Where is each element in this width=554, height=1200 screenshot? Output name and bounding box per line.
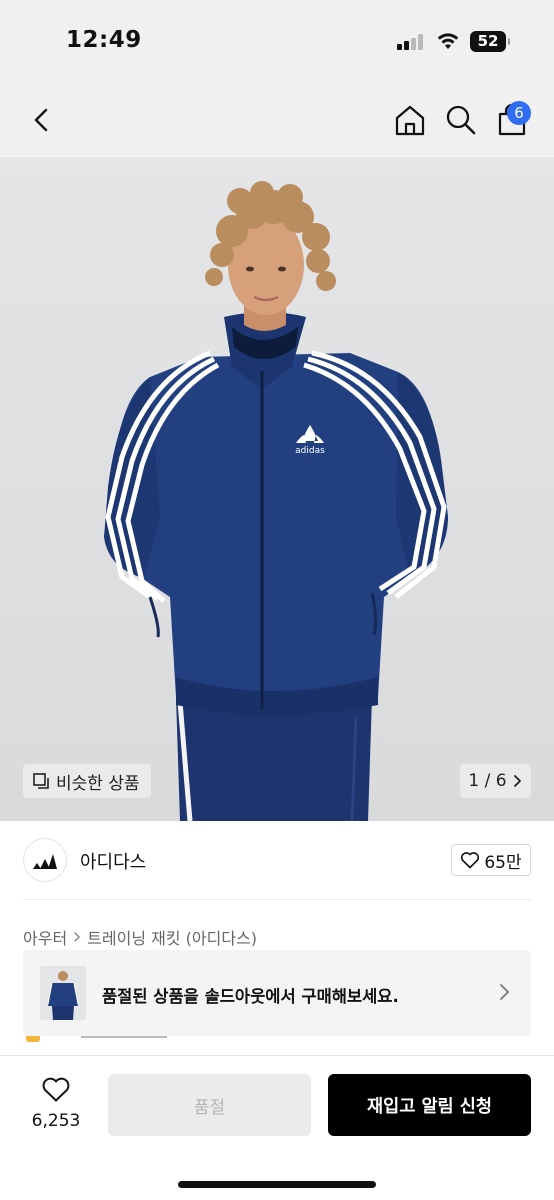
breadcrumb: 아우터 트레이닝 재킷 (아디다스): [23, 925, 257, 949]
cart-count-badge: 6: [507, 101, 531, 125]
brand-name[interactable]: 아디다스: [80, 848, 146, 874]
peek-underline: [81, 1036, 167, 1038]
status-bar: 12:49 52: [0, 0, 554, 84]
home-icon[interactable]: [392, 102, 428, 138]
soldout-button[interactable]: 품절: [108, 1074, 311, 1136]
similar-products-button[interactable]: 비슷한 상품: [23, 764, 151, 798]
product-photo: adidas: [104, 181, 448, 821]
restock-alert-button[interactable]: 재입고 알림 신청: [328, 1074, 531, 1136]
banner-text: 품절된 상품을 솔드아웃에서 구매해보세요.: [102, 987, 399, 1006]
adidas-logo: [33, 854, 57, 869]
breadcrumb-subcategory[interactable]: 트레이닝 재킷 (아디다스): [87, 925, 257, 949]
breadcrumb-category[interactable]: 아우터: [23, 925, 67, 949]
brand-like-button[interactable]: 65만: [451, 844, 531, 876]
heart-icon: [461, 852, 480, 869]
home-indicator: [178, 1181, 376, 1188]
top-nav: [0, 84, 554, 157]
wifi-icon: [437, 33, 459, 49]
product-image[interactable]: adidas 비슷한 상품 1 / 6: [0, 157, 554, 821]
battery-indicator: 52: [470, 31, 510, 52]
brand-row: 아디다스 65만: [0, 821, 554, 901]
banner-thumbnail: [40, 966, 86, 1020]
cellular-signal-icon: [397, 34, 425, 50]
status-time: 12:49: [66, 27, 142, 53]
back-icon[interactable]: [24, 102, 60, 138]
page-counter-label: 1 / 6: [468, 771, 507, 791]
wish-count: 6,253: [31, 1111, 81, 1131]
chevron-right-icon: [74, 932, 81, 942]
content-peek: [0, 1036, 554, 1056]
chevron-right-icon: [513, 775, 521, 787]
divider: [23, 899, 531, 900]
brand-like-count: 65만: [484, 852, 522, 873]
similar-icon: [33, 773, 49, 789]
heart-icon: [42, 1077, 70, 1102]
rating-star-icon: [26, 1036, 40, 1042]
soldout-banner[interactable]: 품절된 상품을 솔드아웃에서 구매해보세요.: [23, 950, 531, 1036]
similar-products-label: 비슷한 상품: [56, 773, 140, 794]
wish-button[interactable]: 6,253: [28, 1076, 84, 1131]
search-icon[interactable]: [443, 102, 479, 138]
brand-logo[interactable]: [23, 838, 67, 882]
svg-text:adidas: adidas: [295, 446, 325, 456]
chevron-right-icon: [500, 984, 509, 1000]
bottom-action-bar: 6,253 품절 재입고 알림 신청: [0, 1055, 554, 1200]
image-page-counter[interactable]: 1 / 6: [460, 764, 531, 798]
